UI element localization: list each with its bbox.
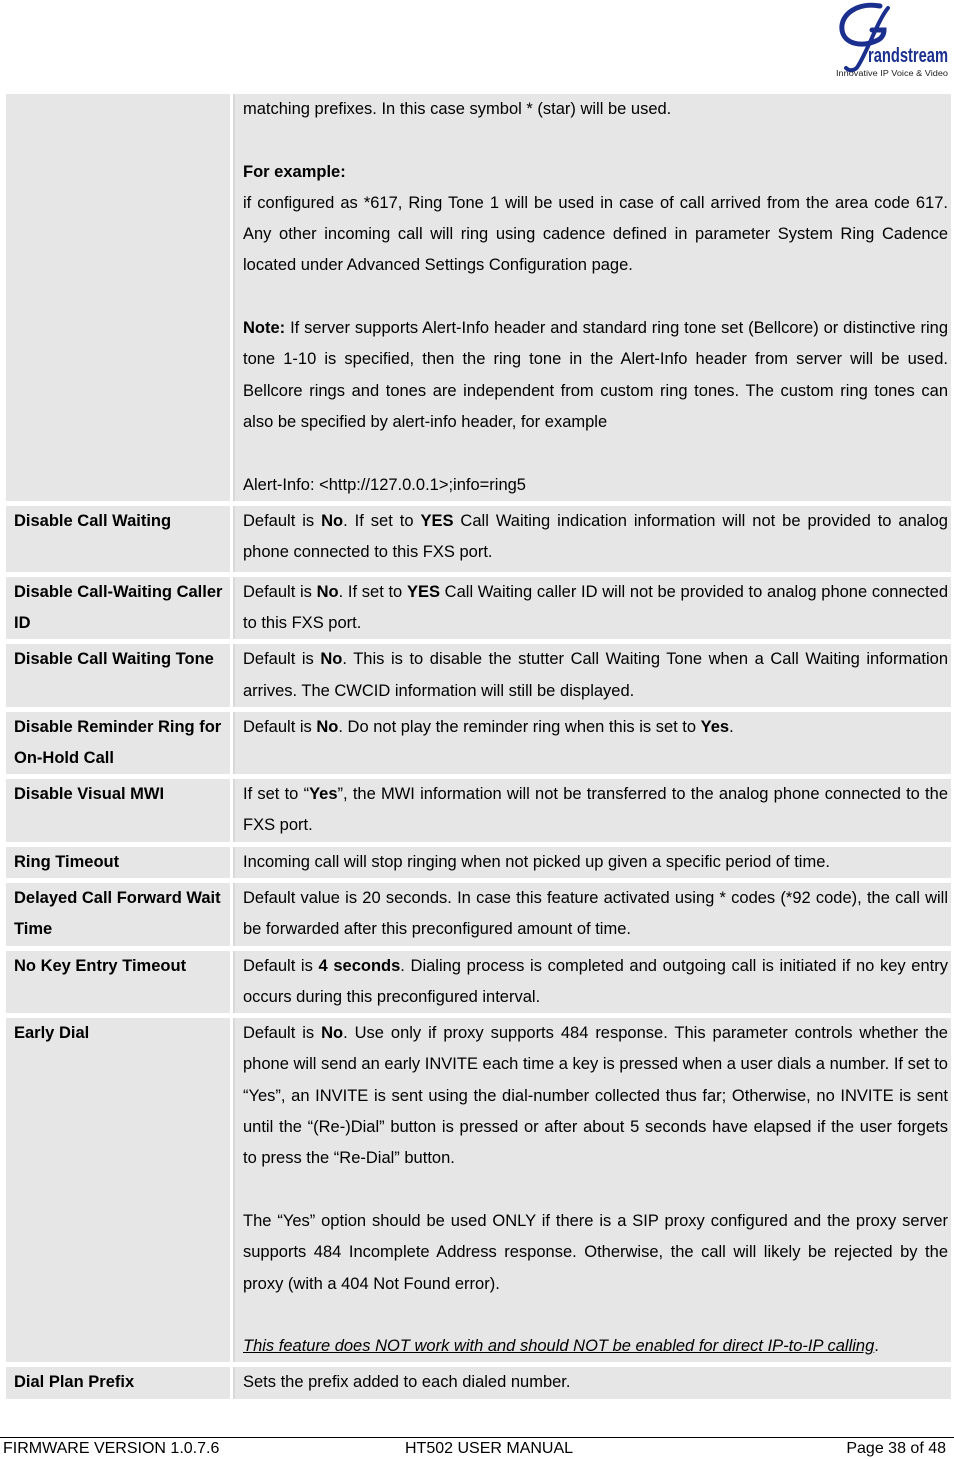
param-name-cell: No Key Entry Timeout [6, 950, 230, 1014]
param-desc-cell: Sets the prefix added to each dialed num… [233, 1367, 951, 1399]
table-row: matching prefixes. In this case symbol *… [6, 94, 951, 501]
table-row: Disable Call Waiting Default is No. If s… [6, 505, 951, 572]
param-desc-cell: Default is No. Do not play the reminder … [233, 712, 951, 775]
logo-tagline: Innovative IP Voice & Video [836, 69, 949, 78]
page-number: Page 38 of 48 [846, 1440, 946, 1457]
param-desc-cell: Default is No. If set to YES Call Waitin… [233, 576, 951, 640]
table-row: No Key Entry Timeout Default is 4 second… [6, 950, 951, 1014]
param-desc-cell: Default is No. Use only if proxy support… [233, 1018, 951, 1363]
param-desc-cell: Default is 4 seconds. Dialing process is… [233, 950, 951, 1014]
firmware-version: FIRMWARE VERSION 1.0.7.6 [3, 1440, 220, 1457]
param-name-cell: Dial Plan Prefix [6, 1367, 230, 1399]
param-desc-cell: Default is No. This is to disable the st… [233, 644, 951, 708]
page-footer: FIRMWARE VERSION 1.0.7.6 HT502 USER MANU… [0, 1437, 954, 1458]
param-name-cell: Disable Call Waiting Tone [6, 644, 230, 708]
param-desc-cell: Default value is 20 seconds. In case thi… [233, 882, 951, 946]
warning-note: This feature does NOT work with and shou… [243, 1337, 875, 1356]
param-name-cell [6, 94, 230, 501]
table-row: Disable Call-Waiting Caller ID Default i… [6, 576, 951, 640]
note-label: Note: [243, 319, 286, 338]
param-name-cell: Ring Timeout [6, 846, 230, 878]
desc-text: matching prefixes. In this case symbol *… [243, 100, 672, 118]
desc-text: If server supports Alert-Info header and… [243, 319, 948, 431]
param-name-cell: Disable Visual MWI [6, 779, 230, 842]
table-row: Dial Plan Prefix Sets the prefix added t… [6, 1367, 951, 1399]
param-name-cell: Disable Call-Waiting Caller ID [6, 576, 230, 640]
table-row: Delayed Call Forward Wait Time Default v… [6, 882, 951, 946]
table-row: Early Dial Default is No. Use only if pr… [6, 1018, 951, 1363]
grandstream-logo: randstream Innovative IP Voice & Video [828, 0, 950, 80]
param-desc-cell: matching prefixes. In this case symbol *… [233, 94, 951, 501]
parameter-table: matching prefixes. In this case symbol *… [3, 89, 954, 1404]
param-desc-cell: If set to “Yes”, the MWI information wil… [233, 779, 951, 842]
alert-info-example: Alert-Info: <http://127.0.0.1>;info=ring… [243, 475, 526, 494]
table-row: Disable Visual MWI If set to “Yes”, the … [6, 779, 951, 842]
table-row: Disable Reminder Ring for On-Hold Call D… [6, 712, 951, 775]
desc-text: if configured as *617, Ring Tone 1 will … [243, 193, 948, 275]
param-name-cell: Disable Reminder Ring for On-Hold Call [6, 712, 230, 775]
param-name-cell: Disable Call Waiting [6, 505, 230, 572]
param-name-cell: Delayed Call Forward Wait Time [6, 882, 230, 946]
grandstream-logo-icon: randstream Innovative IP Voice & Video [836, 2, 949, 78]
param-desc-cell: Default is No. If set to YES Call Waitin… [233, 505, 951, 572]
param-name-cell: Early Dial [6, 1018, 230, 1363]
table-row: Disable Call Waiting Tone Default is No.… [6, 644, 951, 708]
table-row: Ring Timeout Incoming call will stop rin… [6, 846, 951, 878]
manual-title: HT502 USER MANUAL [405, 1440, 574, 1457]
example-label: For example: [243, 162, 346, 181]
param-desc-cell: Incoming call will stop ringing when not… [233, 846, 951, 878]
logo-wordmark: randstream [868, 45, 948, 67]
